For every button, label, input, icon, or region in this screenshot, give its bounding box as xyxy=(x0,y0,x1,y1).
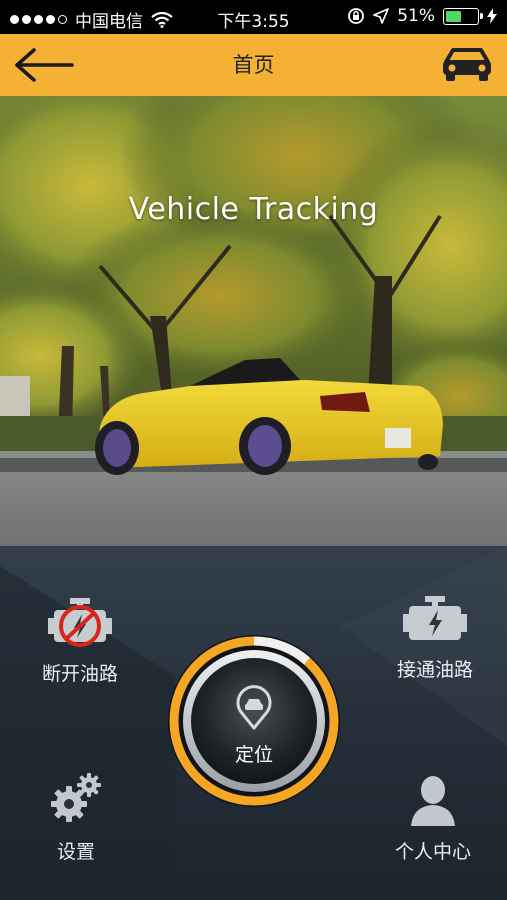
locate-label: 定位 xyxy=(234,744,273,766)
page-title: 首页 xyxy=(232,53,275,77)
control-panel: 断开油路 接通油路 定位 设置 个人中心 xyxy=(0,546,507,900)
cut-oil-label: 断开油路 xyxy=(41,663,118,685)
status-bar: 中国电信 下午3:55 51% xyxy=(0,0,507,34)
car-icon xyxy=(443,48,491,81)
hero-photo xyxy=(0,96,507,546)
battery-percent: 51% xyxy=(397,6,435,26)
settings-button[interactable]: 设置 xyxy=(26,772,126,864)
nav-bar: 首页 xyxy=(0,34,507,96)
charging-bolt-icon xyxy=(487,8,497,24)
location-pin-icon xyxy=(236,685,272,730)
profile-button[interactable]: 个人中心 xyxy=(378,772,488,864)
status-right: 51% xyxy=(347,6,497,26)
battery-icon xyxy=(443,7,483,25)
engine-cut-icon xyxy=(48,598,112,647)
hero-banner: Vehicle Tracking xyxy=(0,96,507,546)
profile-label: 个人中心 xyxy=(394,841,471,863)
locate-button[interactable]: 定位 xyxy=(167,634,341,808)
location-arrow-icon xyxy=(373,8,390,24)
cut-oil-button[interactable]: 断开油路 xyxy=(20,596,140,686)
vehicle-button[interactable] xyxy=(441,44,493,84)
connect-oil-button[interactable]: 接通油路 xyxy=(374,596,496,682)
connect-oil-label: 接通油路 xyxy=(396,659,473,681)
rotation-lock-icon xyxy=(348,8,365,24)
settings-label: 设置 xyxy=(56,841,95,863)
hero-title: Vehicle Tracking xyxy=(128,192,379,227)
gears-icon xyxy=(51,773,101,822)
engine-icon xyxy=(403,596,467,640)
person-icon xyxy=(411,776,455,826)
